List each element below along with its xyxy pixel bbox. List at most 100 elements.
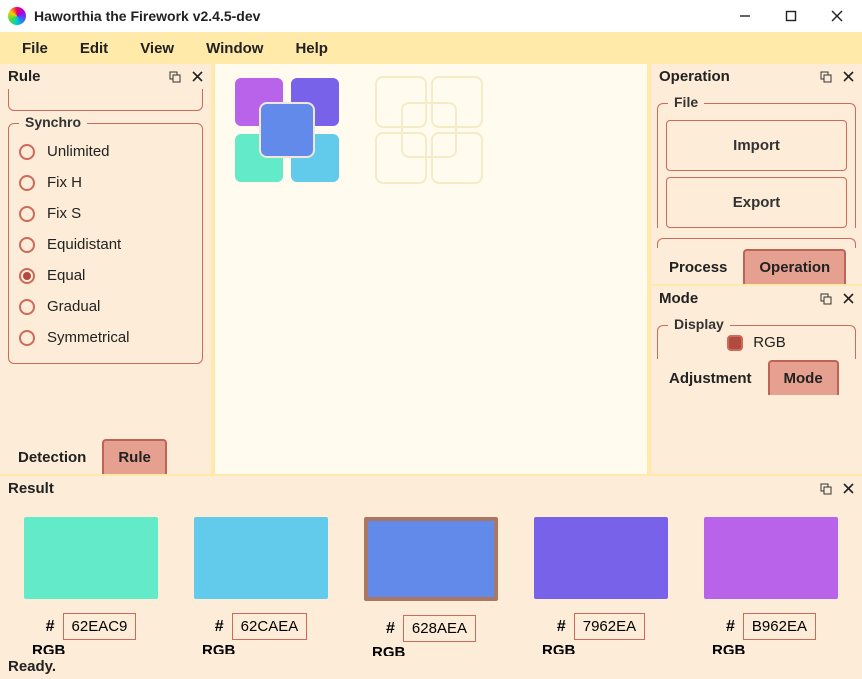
operation-panel-title: Operation <box>659 68 812 85</box>
radio-icon <box>19 330 35 346</box>
hex-input[interactable]: 62EAC9 <box>63 613 137 640</box>
close-icon[interactable] <box>840 291 856 307</box>
export-button[interactable]: Export <box>666 177 847 228</box>
tab-rule[interactable]: Rule <box>102 439 167 474</box>
radio-label: Equal <box>47 267 85 284</box>
radio-symmetrical[interactable]: Symmetrical <box>19 322 192 353</box>
format-label-cut: RGB <box>364 644 405 656</box>
radio-equal[interactable]: Equal <box>19 260 192 291</box>
radio-icon <box>19 299 35 315</box>
ghost-swatch-center[interactable] <box>401 102 457 158</box>
result-swatch[interactable]: #62CAEA RGB <box>194 517 328 656</box>
maximize-button[interactable] <box>768 2 814 30</box>
wheel-swatch-center[interactable] <box>259 102 315 158</box>
swatch-color[interactable] <box>364 517 498 601</box>
mode-tabstrip: Adjustment Mode <box>651 359 862 395</box>
radio-equidistant[interactable]: Equidistant <box>19 229 192 260</box>
dock-icon[interactable] <box>818 291 834 307</box>
hex-input[interactable]: B962EA <box>743 613 816 640</box>
rule-panel-title: Rule <box>8 68 161 85</box>
result-swatch[interactable]: #628AEA RGB <box>364 517 498 656</box>
import-button[interactable]: Import <box>666 120 847 171</box>
swatch-color[interactable] <box>534 517 668 599</box>
display-legend: Display <box>668 316 730 332</box>
hash-label: # <box>726 618 735 636</box>
menu-file[interactable]: File <box>8 36 62 61</box>
swatch-color[interactable] <box>704 517 838 599</box>
menu-window[interactable]: Window <box>192 36 277 61</box>
synchro-fieldset: Synchro UnlimitedFix HFix SEquidistantEq… <box>8 123 203 364</box>
radio-unlimited[interactable]: Unlimited <box>19 136 192 167</box>
display-fieldset: Display RGB <box>657 325 856 359</box>
operation-tabstrip: Process Operation <box>651 248 862 284</box>
synchro-legend: Synchro <box>19 114 87 130</box>
status-bar: Ready. <box>0 656 862 679</box>
fieldset-cut-top <box>8 89 203 111</box>
rule-panel-header: Rule <box>0 64 211 89</box>
titlebar: Haworthia the Firework v2.4.5-dev <box>0 0 862 32</box>
operation-panel-header: Operation <box>651 64 862 89</box>
canvas-area[interactable] <box>215 64 647 474</box>
mode-panel-title: Mode <box>659 290 812 307</box>
tab-mode[interactable]: Mode <box>768 360 839 395</box>
hash-label: # <box>557 618 566 636</box>
menu-help[interactable]: Help <box>281 36 342 61</box>
close-button[interactable] <box>814 2 860 30</box>
tab-detection[interactable]: Detection <box>4 441 100 474</box>
color-wheel[interactable] <box>229 76 359 188</box>
radio-label: Equidistant <box>47 236 121 253</box>
dock-icon[interactable] <box>167 69 183 85</box>
tab-process[interactable]: Process <box>655 251 741 284</box>
radio-icon <box>19 144 35 160</box>
radio-label: Gradual <box>47 298 100 315</box>
radio-label: Fix S <box>47 205 81 222</box>
result-swatch[interactable]: #62EAC9 RGB <box>24 517 158 656</box>
color-wheel-ghost[interactable] <box>371 76 501 188</box>
minimize-button[interactable] <box>722 2 768 30</box>
radio-label: Symmetrical <box>47 329 130 346</box>
menu-edit[interactable]: Edit <box>66 36 122 61</box>
radio-fix-h[interactable]: Fix H <box>19 167 192 198</box>
result-swatch[interactable]: # B962EA RGB <box>704 517 838 656</box>
radio-icon <box>19 237 35 253</box>
menubar: File Edit View Window Help <box>0 32 862 64</box>
app-icon <box>8 7 26 25</box>
result-panel-header: Result <box>0 476 862 501</box>
dock-icon[interactable] <box>818 69 834 85</box>
close-icon[interactable] <box>189 69 205 85</box>
radio-icon <box>19 206 35 222</box>
result-swatch[interactable]: #7962EA RGB <box>534 517 668 656</box>
radio-icon <box>19 268 35 284</box>
swatch-color[interactable] <box>24 517 158 599</box>
radio-label: Fix H <box>47 174 82 191</box>
close-icon[interactable] <box>840 69 856 85</box>
radio-icon <box>19 175 35 191</box>
radio-label: Unlimited <box>47 143 110 160</box>
format-label-cut: RGB <box>24 642 65 654</box>
hex-input[interactable]: 62CAEA <box>232 613 308 640</box>
hex-input[interactable]: 7962EA <box>574 613 645 640</box>
checkbox-icon <box>727 335 743 351</box>
rule-tabstrip: Detection Rule <box>0 438 211 474</box>
format-label-cut: RGB <box>534 642 575 654</box>
window-title: Haworthia the Firework v2.4.5-dev <box>34 8 260 24</box>
tab-operation[interactable]: Operation <box>743 249 846 284</box>
hash-label: # <box>46 618 55 636</box>
radio-fix-s[interactable]: Fix S <box>19 198 192 229</box>
hash-label: # <box>215 618 224 636</box>
hash-label: # <box>386 620 395 638</box>
mode-panel-header: Mode <box>651 284 862 311</box>
result-panel-title: Result <box>8 480 812 497</box>
fieldset-cut-bottom <box>657 238 856 248</box>
radio-gradual[interactable]: Gradual <box>19 291 192 322</box>
close-icon[interactable] <box>840 481 856 497</box>
file-fieldset: File Import Export <box>657 103 856 228</box>
tab-adjustment[interactable]: Adjustment <box>655 362 766 395</box>
menu-view[interactable]: View <box>126 36 188 61</box>
display-rgb-label: RGB <box>753 334 786 351</box>
hex-input[interactable]: 628AEA <box>403 615 476 642</box>
format-label-cut: RGB <box>194 642 235 654</box>
format-label-cut: RGB <box>704 642 745 654</box>
swatch-color[interactable] <box>194 517 328 599</box>
dock-icon[interactable] <box>818 481 834 497</box>
